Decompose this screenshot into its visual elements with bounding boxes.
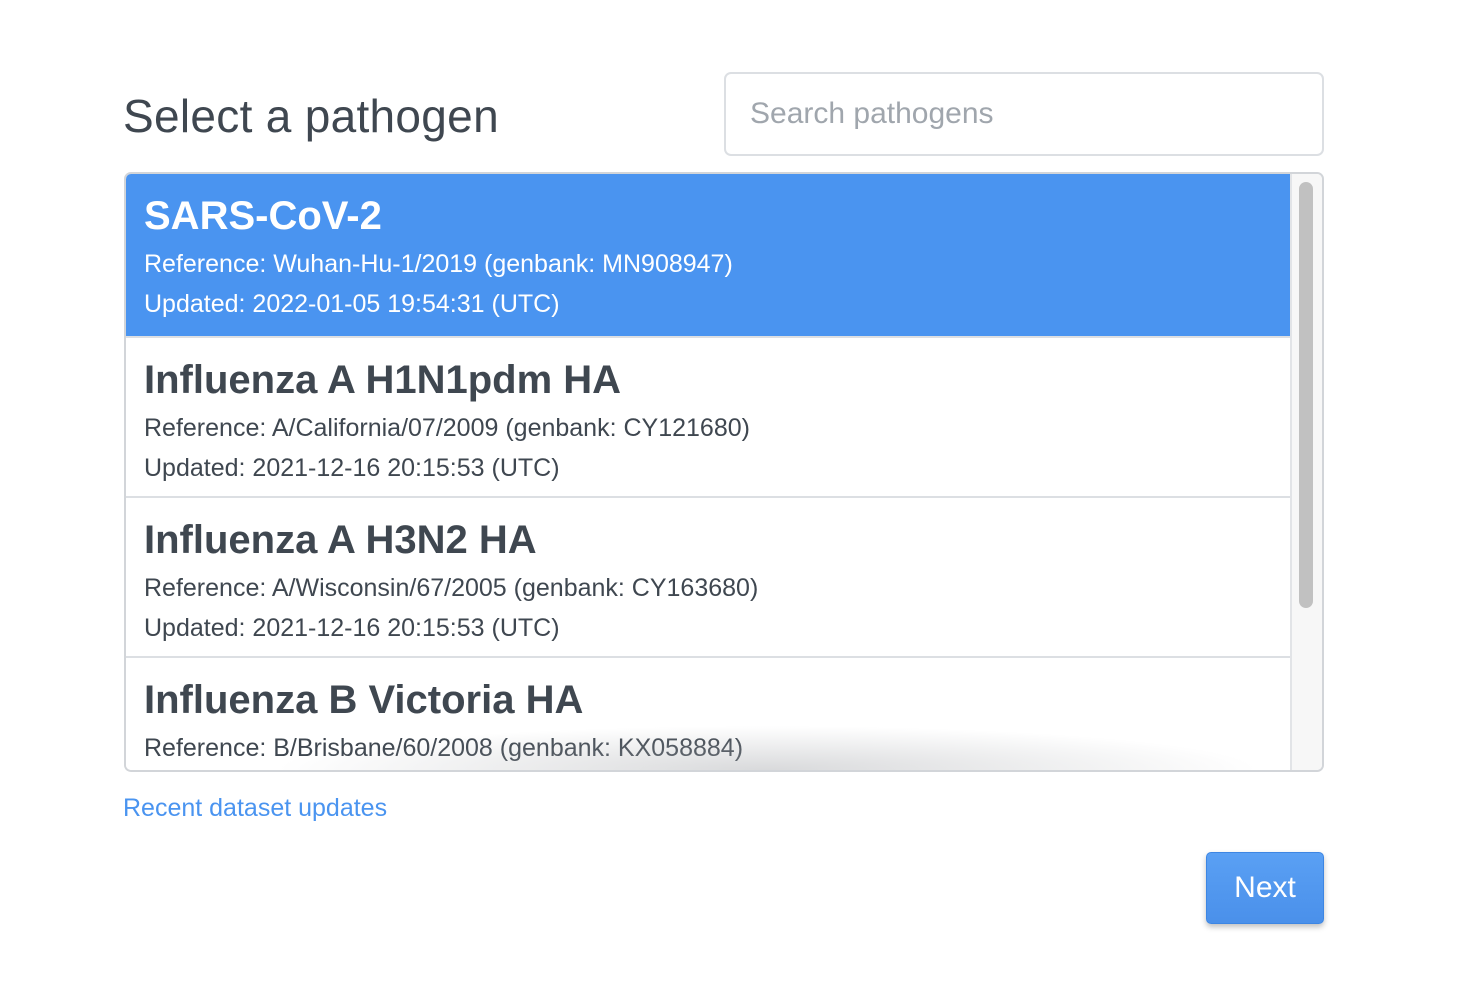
pathogen-reference: Reference: A/California/07/2009 (genbank…: [144, 414, 750, 442]
recent-dataset-updates-link[interactable]: Recent dataset updates: [123, 790, 387, 826]
pathogen-updated: Updated: 2021-12-16 20:15:53 (UTC): [144, 454, 560, 482]
pathogen-name: Influenza A H1N1pdm HA: [144, 358, 622, 402]
pathogen-reference: Reference: Wuhan-Hu-1/2019 (genbank: MN9…: [144, 250, 733, 278]
pathogen-updated: Updated: 2021-12-16 20:15:53 (UTC): [144, 614, 560, 642]
pathogen-item-influenza-a-h1n1pdm-ha[interactable]: Influenza A H1N1pdm HA Reference: A/Cali…: [126, 338, 1292, 498]
page-title: Select a pathogen: [123, 90, 499, 142]
pathogen-list[interactable]: SARS-CoV-2 Reference: Wuhan-Hu-1/2019 (g…: [126, 174, 1292, 770]
list-scrollbar[interactable]: [1290, 174, 1322, 770]
next-button[interactable]: Next: [1206, 852, 1324, 924]
list-scrollbar-thumb[interactable]: [1299, 182, 1313, 608]
search-input[interactable]: [724, 72, 1324, 156]
pathogen-name: Influenza A H3N2 HA: [144, 518, 537, 562]
pathogen-updated: Updated: 2022-01-05 19:54:31 (UTC): [144, 290, 560, 318]
pathogen-item-influenza-b-victoria-ha[interactable]: Influenza B Victoria HA Reference: B/Bri…: [126, 658, 1292, 770]
pathogen-reference: Reference: A/Wisconsin/67/2005 (genbank:…: [144, 574, 759, 602]
pathogen-item-influenza-a-h3n2-ha[interactable]: Influenza A H3N2 HA Reference: A/Wiscons…: [126, 498, 1292, 658]
pathogen-name: SARS-CoV-2: [144, 194, 382, 238]
pathogen-reference: Reference: B/Brisbane/60/2008 (genbank: …: [144, 734, 744, 762]
pathogen-item-sars-cov-2[interactable]: SARS-CoV-2 Reference: Wuhan-Hu-1/2019 (g…: [126, 174, 1292, 338]
dataset-selector-page: Select a pathogen SARS-CoV-2 Reference: …: [0, 0, 1466, 990]
pathogen-list-container: SARS-CoV-2 Reference: Wuhan-Hu-1/2019 (g…: [124, 172, 1324, 772]
pathogen-name: Influenza B Victoria HA: [144, 678, 584, 722]
